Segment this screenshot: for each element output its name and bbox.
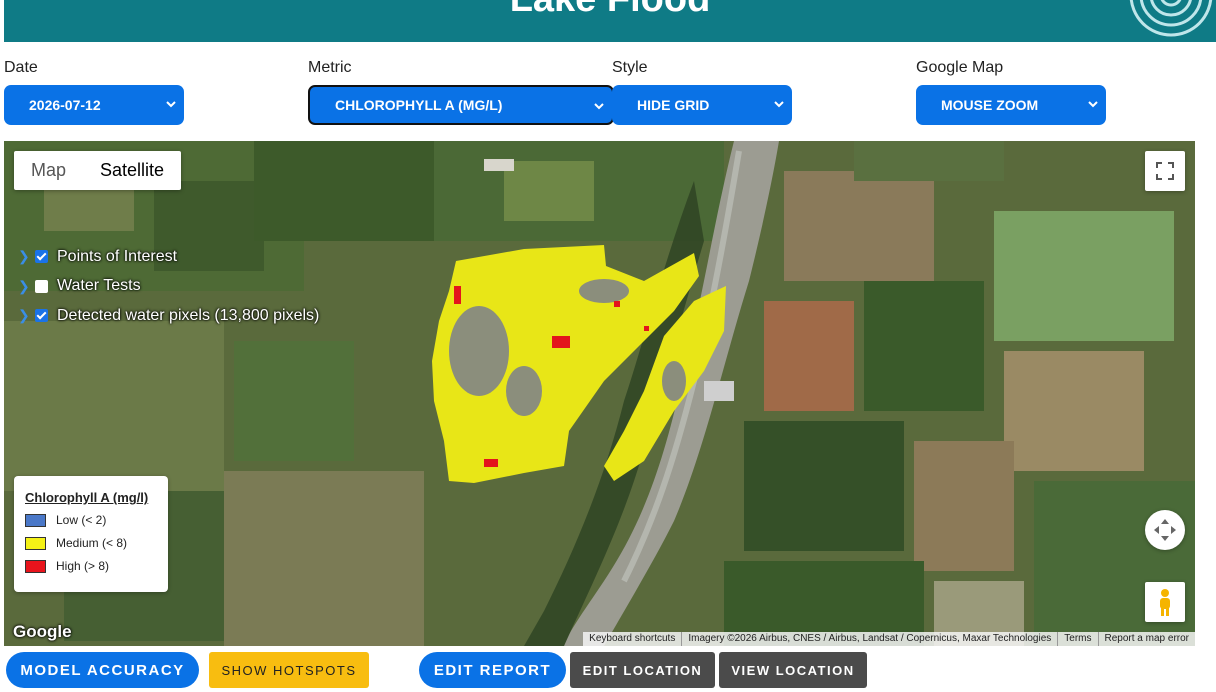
edit-location-button[interactable]: EDIT LOCATION [570,652,715,688]
chevron-right-icon[interactable]: ❯ [18,278,35,295]
satellite-map[interactable]: Map Satellite ❯ Points of Interest ❯ Wat… [4,141,1195,646]
metric-label: Metric [308,59,352,76]
satellite-imagery [4,141,1195,646]
date-select[interactable]: 2026-07-12 [4,85,184,125]
legend-title: Chlorophyll A (mg/l) [25,490,149,505]
legend-label: High (> 8) [56,559,110,573]
layer-checkbox[interactable] [35,309,48,323]
legend-item-medium: Medium (< 8) [25,536,127,550]
legend-swatch [25,559,46,573]
map-type-map-button[interactable]: Map [14,151,83,190]
chevron-right-icon[interactable]: ❯ [18,248,35,265]
style-select-value: HIDE GRID [637,97,710,113]
fullscreen-icon [1156,162,1174,180]
style-label: Style [612,59,648,76]
date-label: Date [4,59,38,76]
google-logo: Google [13,622,72,641]
view-location-button[interactable]: VIEW LOCATION [719,652,867,688]
chevron-down-icon [166,101,176,108]
map-legend: Chlorophyll A (mg/l) Low (< 2) Medium (<… [14,476,168,592]
edit-report-button[interactable]: EDIT REPORT [419,652,566,688]
date-select-value: 2026-07-12 [29,97,101,113]
layer-label: Water Tests [57,277,141,295]
metric-select-value: CHLOROPHYLL A (MG/L) [335,97,503,113]
layer-label: Points of Interest [57,247,178,265]
layer-detected-water-pixels[interactable]: ❯ Detected water pixels (13,800 pixels) [18,301,319,331]
legend-label: Low (< 2) [56,513,107,527]
map-type-control: Map Satellite [14,151,182,190]
chevron-down-icon [774,101,784,108]
app-header: Lake Flood [4,0,1216,42]
page-title: Lake Flood [4,0,1216,21]
chevron-right-icon[interactable]: ❯ [18,307,35,324]
legend-item-high: High (> 8) [25,559,109,573]
layer-checkbox[interactable] [35,279,48,293]
layer-water-tests[interactable]: ❯ Water Tests [18,272,319,302]
layer-checkbox[interactable] [35,250,48,264]
chevron-down-icon [594,103,604,110]
camera-control-button[interactable] [1145,510,1185,550]
report-map-error-link[interactable]: Report a map error [1097,632,1195,646]
pegman-icon [1160,589,1170,616]
fullscreen-button[interactable] [1145,151,1185,191]
terms-link[interactable]: Terms [1057,632,1097,646]
layer-toggle-list: ❯ Points of Interest ❯ Water Tests ❯ Det… [18,242,319,331]
logo-icon [1129,0,1213,37]
map-attribution-bar: Keyboard shortcuts Imagery ©2026 Airbus,… [583,632,1195,646]
model-accuracy-button[interactable]: MODEL ACCURACY [6,652,199,688]
metric-select[interactable]: CHLOROPHYLL A (MG/L) [308,85,614,125]
google-map-select[interactable]: MOUSE ZOOM [916,85,1106,125]
street-view-pegman-button[interactable] [1145,582,1185,622]
style-select[interactable]: HIDE GRID [612,85,792,125]
layer-label: Detected water pixels (13,800 pixels) [57,306,320,324]
imagery-credit: Imagery ©2026 Airbus, CNES / Airbus, Lan… [681,632,1057,646]
legend-item-low: Low (< 2) [25,513,106,527]
map-type-satellite-button[interactable]: Satellite [83,151,181,190]
google-map-select-value: MOUSE ZOOM [941,97,1039,113]
legend-label: Medium (< 8) [56,536,128,550]
move-arrows-icon [1154,519,1176,541]
keyboard-shortcuts-link[interactable]: Keyboard shortcuts [583,632,681,646]
layer-points-of-interest[interactable]: ❯ Points of Interest [18,242,319,272]
chevron-down-icon [1088,101,1098,108]
google-map-label: Google Map [916,59,1004,76]
legend-swatch [25,513,46,527]
show-hotspots-button[interactable]: SHOW HOTSPOTS [209,652,369,688]
legend-swatch [25,536,46,550]
